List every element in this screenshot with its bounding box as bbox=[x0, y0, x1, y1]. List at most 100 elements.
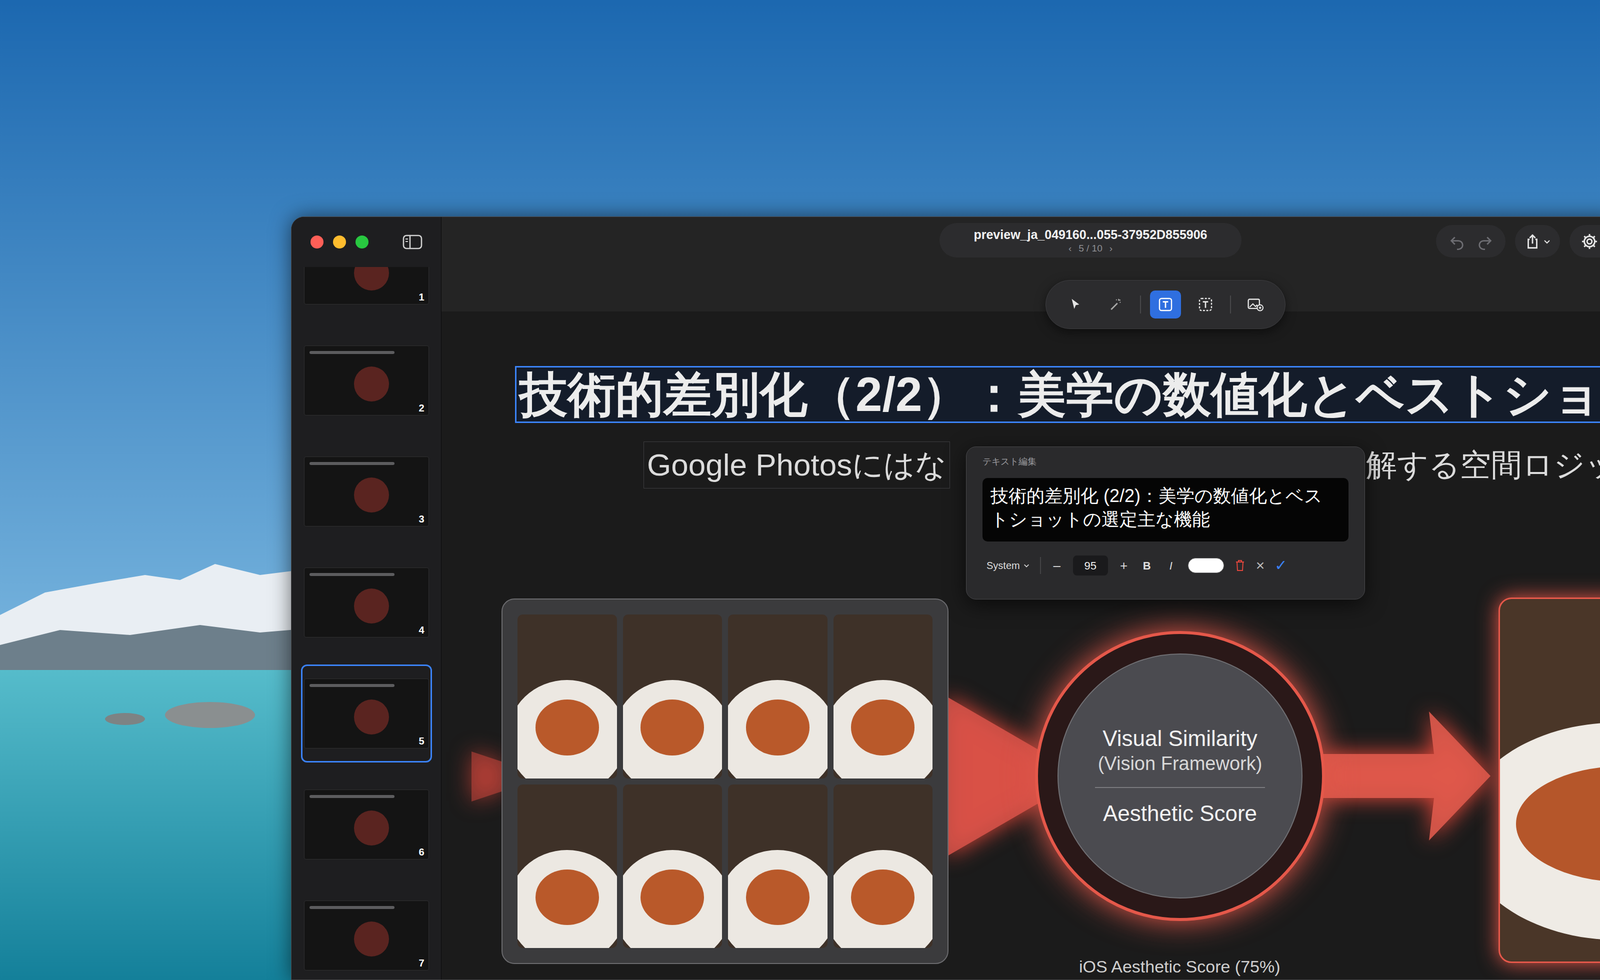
tool-palette bbox=[1045, 280, 1286, 329]
title-text-box[interactable]: 技術的差別化（2/2）：美学の数値化とベストショッ bbox=[515, 366, 1600, 423]
slide-preview-art bbox=[354, 699, 389, 735]
close-button[interactable] bbox=[310, 235, 324, 249]
slide-number: 3 bbox=[418, 514, 424, 524]
slide-number: 7 bbox=[418, 958, 424, 968]
slide-preview: 2 bbox=[304, 345, 429, 416]
photo bbox=[623, 784, 723, 949]
next-page-button[interactable]: › bbox=[1109, 242, 1113, 255]
tool-button[interactable] bbox=[1060, 290, 1091, 319]
redo-icon[interactable] bbox=[1476, 233, 1494, 250]
tool-button[interactable] bbox=[1150, 290, 1181, 319]
format-controls: System – 95 + BI × ✓ bbox=[982, 553, 1349, 578]
share-button[interactable] bbox=[1515, 225, 1560, 258]
slide-preview-art bbox=[354, 366, 389, 402]
title-actions bbox=[1436, 225, 1600, 258]
decrease-size-button[interactable]: – bbox=[1051, 556, 1063, 576]
color-swatch[interactable] bbox=[1188, 558, 1224, 573]
slide-preview-title bbox=[309, 684, 395, 687]
page-indicator: ‹ 5 / 10 › bbox=[1068, 242, 1113, 255]
slide-thumbnail[interactable]: 5 bbox=[301, 664, 432, 763]
minimize-button[interactable] bbox=[333, 235, 346, 249]
bold-button[interactable]: B bbox=[1140, 557, 1154, 574]
slide-thumbnail[interactable]: 3 bbox=[301, 442, 432, 541]
slide-preview-title bbox=[309, 462, 395, 465]
confirm-button[interactable]: ✓ bbox=[1274, 558, 1287, 573]
tool-button[interactable] bbox=[1190, 290, 1221, 319]
subtitle-text-box-tail[interactable]: 解する空間ロジッ bbox=[1366, 441, 1600, 489]
slide-number: 6 bbox=[418, 847, 424, 857]
slide-thumbnail[interactable]: 7 bbox=[301, 886, 432, 980]
slide-preview: 6 bbox=[304, 789, 429, 860]
italic-button[interactable]: I bbox=[1164, 557, 1178, 574]
node-label: Aesthetic Score bbox=[1103, 800, 1257, 827]
image-tool-icon bbox=[1247, 296, 1264, 313]
tool-button[interactable] bbox=[1240, 290, 1271, 319]
photo bbox=[728, 614, 828, 779]
wand-tool-icon bbox=[1108, 297, 1123, 312]
toolbar-separator bbox=[1230, 295, 1231, 314]
undo-redo-group bbox=[1436, 225, 1506, 258]
photo bbox=[833, 784, 933, 949]
slide-number: 2 bbox=[418, 403, 424, 413]
sidebar: 1 2 3 4 5 6 7 bbox=[291, 217, 442, 980]
slide-preview: 5 bbox=[304, 678, 429, 749]
increase-size-button[interactable]: + bbox=[1118, 556, 1130, 576]
document-title[interactable]: preview_ja_049160...055-37952D855906‹ 5 /… bbox=[939, 223, 1242, 258]
font-size-field[interactable]: 95 bbox=[1073, 555, 1108, 576]
slide-title: 技術的差別化（2/2）：美学の数値化とベストショッ bbox=[516, 367, 1600, 422]
text-tool-icon bbox=[1157, 296, 1174, 313]
slide-preview-art bbox=[354, 921, 389, 957]
controls-separator bbox=[1040, 557, 1041, 574]
slide-number: 1 bbox=[418, 292, 424, 302]
popover-heading: テキスト編集 bbox=[982, 455, 1349, 468]
document-name: preview_ja_049160...055-37952D855906 bbox=[973, 226, 1207, 243]
font-picker[interactable]: System bbox=[986, 558, 1030, 573]
pointer-tool-icon bbox=[1068, 297, 1083, 312]
share-icon bbox=[1524, 233, 1541, 250]
previous-page-button[interactable]: ‹ bbox=[1068, 242, 1072, 255]
photo bbox=[728, 784, 828, 949]
slide-preview-title bbox=[309, 795, 395, 798]
slide-subtitle-tail: 解する空間ロジッ bbox=[1366, 445, 1600, 485]
slide-preview: 3 bbox=[304, 456, 429, 527]
slide-caption: iOS Aesthetic Score (75%) bbox=[1079, 956, 1281, 977]
slide-preview-art bbox=[354, 477, 389, 513]
node-label: (Vision Framework) bbox=[1098, 752, 1263, 775]
node-label: Visual Similarity bbox=[1102, 725, 1258, 752]
analysis-node: Visual Similarity(Vision Framework) Aesth… bbox=[1035, 631, 1325, 921]
settings-button[interactable] bbox=[1569, 225, 1600, 258]
cancel-button[interactable]: × bbox=[1256, 558, 1265, 573]
text-input[interactable]: 技術的差別化 (2/2)：美学の数値化とベストショットの選定主な機能 bbox=[982, 478, 1349, 542]
slide-preview: 7 bbox=[304, 900, 429, 971]
toolbar-separator bbox=[1140, 295, 1141, 314]
title-bar: preview_ja_049160...055-37952D855906‹ 5 /… bbox=[441, 217, 1600, 312]
textbox-tool-icon bbox=[1197, 296, 1214, 313]
caption-text-box[interactable]: iOS Aesthetic Score (75%) bbox=[1079, 956, 1281, 977]
slide-thumbnail[interactable]: 2 bbox=[301, 331, 432, 430]
slide-subtitle: Google Photosにはな bbox=[647, 445, 947, 485]
sidebar-header bbox=[291, 217, 441, 267]
desktop: 1 2 3 4 5 6 7 preview_ja_049160...055-37952D85… bbox=[0, 0, 1600, 980]
slide-preview-art bbox=[354, 810, 389, 846]
app-window: 1 2 3 4 5 6 7 preview_ja_049160...055-37952D85… bbox=[291, 216, 1600, 980]
tool-button[interactable] bbox=[1100, 290, 1131, 319]
font-size-value: 95 bbox=[1084, 557, 1096, 574]
zoom-button[interactable] bbox=[355, 235, 369, 249]
slide-thumbnail[interactable]: 4 bbox=[301, 553, 432, 652]
subtitle-text-box[interactable]: Google Photosにはな bbox=[643, 441, 950, 489]
slide-preview-title bbox=[309, 906, 395, 909]
undo-icon[interactable] bbox=[1448, 233, 1466, 250]
photo bbox=[833, 614, 933, 779]
page-number: 5 / 10 bbox=[1078, 242, 1103, 255]
text-edit-popover: テキスト編集技術的差別化 (2/2)：美学の数値化とベストショットの選定主な機能… bbox=[966, 446, 1365, 600]
photo bbox=[623, 614, 723, 779]
node-divider bbox=[1095, 787, 1265, 788]
gear-icon bbox=[1580, 232, 1599, 251]
slide-canvas: Visual Similarity(Vision Framework) Aesth… bbox=[441, 311, 1600, 980]
trash-icon[interactable] bbox=[1234, 559, 1246, 572]
sidebar-toggle-icon[interactable] bbox=[402, 234, 423, 250]
slide-number: 5 bbox=[418, 736, 424, 746]
slide-preview-title bbox=[309, 351, 395, 354]
slide-thumbnail[interactable]: 6 bbox=[301, 775, 432, 874]
font-name: System bbox=[986, 558, 1020, 573]
